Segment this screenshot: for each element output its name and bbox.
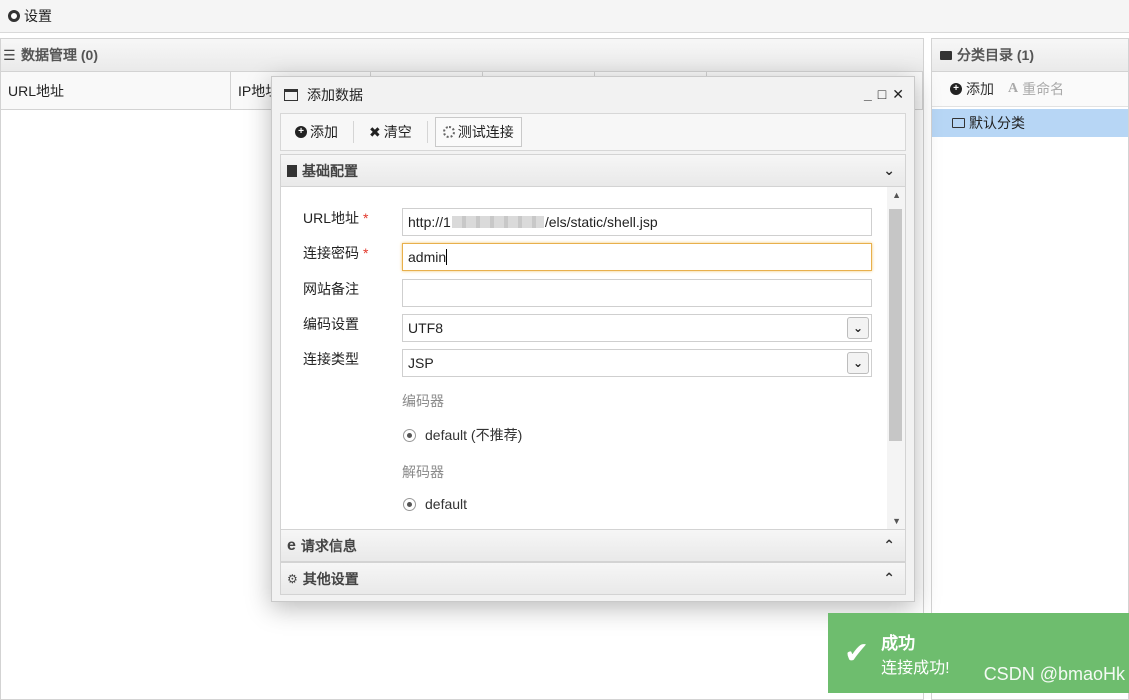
toolbar-divider [426, 121, 428, 143]
basic-config-header[interactable]: 基础配置 ⌄ [280, 154, 906, 187]
gear-icon [8, 10, 20, 22]
list-icon: ☰ [3, 46, 16, 63]
toolbar-divider [353, 121, 354, 143]
toast-title: 成功 [881, 633, 916, 653]
toast-message: 连接成功! [881, 659, 950, 677]
radio-icon[interactable] [403, 428, 416, 442]
category-toolbar: + 添加 A 重命名 [932, 72, 1128, 107]
document-icon [287, 164, 297, 177]
data-panel-title: 数据管理 (0) [21, 47, 98, 63]
url-row: URL地址 * [281, 208, 401, 228]
spinner-icon [442, 126, 455, 138]
add-button[interactable]: + 添加 [287, 117, 346, 147]
encoder-option[interactable]: default (不推荐) [403, 425, 522, 445]
dialog-toolbar: + 添加 ✖ 清空 测试连接 [280, 113, 906, 151]
encoding-select[interactable]: UTF8 ⌄ [402, 314, 872, 342]
other-settings-header[interactable]: ⚙ 其他设置 ⌃ [280, 562, 906, 595]
request-info-title: 请求信息 [300, 537, 357, 554]
toast-text: 成功 连接成功! [881, 629, 949, 678]
chevron-down-icon: ⌄ [883, 162, 895, 178]
chevron-down-icon[interactable]: ⌄ [847, 317, 869, 339]
dialog-titlebar[interactable]: 添加数据 _ □ ✕ [272, 77, 914, 113]
password-row: 连接密码 * [281, 243, 401, 263]
font-icon: A [1008, 81, 1019, 96]
scrollbar-thumb[interactable] [889, 209, 902, 441]
checkmark-icon: ✔ [844, 636, 870, 670]
category-rename-label: 重命名 [1022, 81, 1065, 97]
window-controls: _ □ ✕ [864, 86, 904, 103]
category-item-label: 默认分类 [969, 115, 1025, 131]
test-connection-label: 测试连接 [457, 124, 514, 140]
encoder-label: 编码器 [402, 393, 444, 409]
category-add-label: 添加 [966, 81, 994, 97]
url-input[interactable]: http://1/els/static/shell.jsp [402, 208, 872, 236]
data-panel-header: ☰ 数据管理 (0) [1, 39, 923, 72]
window-icon [284, 89, 298, 101]
maximize-icon[interactable]: □ [878, 86, 886, 103]
decoder-option[interactable]: default [403, 496, 467, 512]
dialog-title: 添加数据 [307, 87, 363, 103]
radio-icon[interactable] [403, 497, 416, 511]
watermark: CSDN @bmaoHk [983, 664, 1125, 684]
note-label: 网站备注 [303, 281, 359, 297]
type-label: 连接类型 [303, 351, 359, 367]
redacted-blur [451, 216, 544, 228]
chevron-up-icon: ⌃ [883, 570, 895, 586]
category-panel-title: 分类目录 (1) [957, 47, 1034, 63]
chevron-down-icon[interactable]: ⌄ [847, 352, 869, 374]
type-row: 连接类型 [281, 349, 401, 369]
plus-circle-icon: + [295, 126, 307, 138]
settings-button[interactable]: 设置 [8, 6, 52, 26]
close-icon[interactable]: ✕ [892, 86, 904, 103]
password-label: 连接密码 * [303, 245, 369, 261]
scroll-up-icon[interactable]: ▲ [892, 190, 901, 200]
type-select[interactable]: JSP ⌄ [402, 349, 872, 377]
settings-label: 设置 [24, 8, 52, 24]
folder-icon [940, 50, 952, 60]
clear-label: 清空 [383, 124, 412, 140]
password-input[interactable]: admin [402, 243, 872, 271]
note-input[interactable] [402, 279, 872, 307]
category-add-button[interactable]: + 添加 [950, 79, 994, 99]
chevron-up-icon: ⌃ [883, 537, 895, 553]
clear-button[interactable]: ✖ 清空 [361, 117, 420, 147]
ie-icon: e [287, 536, 296, 554]
note-row: 网站备注 [281, 279, 401, 299]
add-label: 添加 [310, 124, 338, 140]
success-toast[interactable]: ✔ 成功 连接成功! CSDN @bmaoHk [828, 613, 1129, 693]
category-rename-button[interactable]: A 重命名 [1008, 79, 1064, 99]
category-panel: 分类目录 (1) + 添加 A 重命名 默认分类 [931, 38, 1129, 700]
request-info-header[interactable]: e 请求信息 ⌃ [280, 529, 906, 562]
encoding-label: 编码设置 [303, 316, 359, 332]
top-toolbar: 设置 [0, 0, 1129, 33]
category-panel-header: 分类目录 (1) [932, 39, 1128, 72]
test-connection-button[interactable]: 测试连接 [434, 117, 522, 147]
column-header-url[interactable]: URL地址 [1, 72, 231, 109]
other-settings-title: 其他设置 [302, 570, 359, 587]
minimize-icon[interactable]: _ [864, 86, 872, 103]
url-label: URL地址 * [303, 210, 369, 226]
scrollbar[interactable]: ▲ ▼ [887, 187, 905, 529]
category-item-default[interactable]: 默认分类 [932, 109, 1128, 137]
decoder-label: 解码器 [402, 464, 444, 480]
scroll-down-icon[interactable]: ▼ [892, 516, 901, 526]
plus-circle-icon: + [950, 83, 962, 95]
cogs-icon: ⚙ [287, 571, 298, 586]
basic-config-title: 基础配置 [302, 162, 358, 179]
close-x-icon: ✖ [369, 123, 381, 140]
encoding-row: 编码设置 [281, 314, 401, 334]
add-data-dialog: 添加数据 _ □ ✕ + 添加 ✖ 清空 测试连接 基础配置 ⌄ URL地址* [271, 76, 915, 602]
basic-config-form: URL地址 * http://1/els/static/shell.jsp 连接密… [280, 187, 906, 529]
folder-outline-icon [952, 118, 965, 128]
